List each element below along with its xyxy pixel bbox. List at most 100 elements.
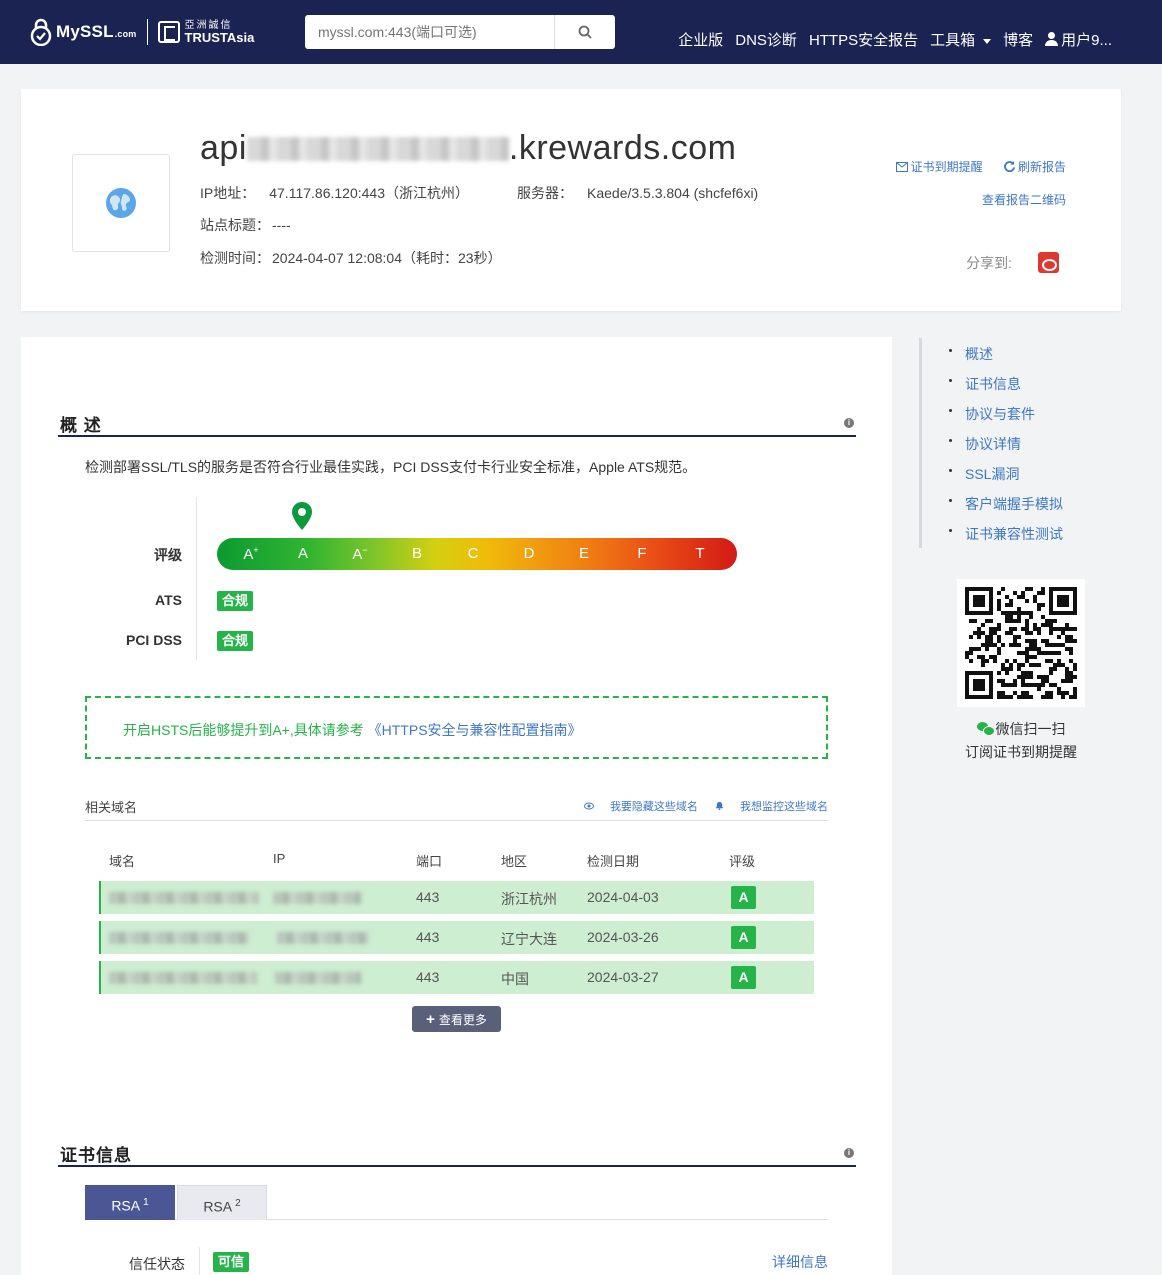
logo-text: MySSL.com: [56, 22, 137, 41]
main-nav: 企业版 DNS诊断 HTTPS安全报告 工具箱 博客 用户9...: [678, 29, 1112, 50]
subscribe-text: 订阅证书到期提醒: [965, 744, 1077, 760]
search-input[interactable]: [305, 15, 555, 49]
toc-bullet: [949, 499, 952, 502]
redacted-ip: [277, 932, 369, 944]
myssl-logo[interactable]: MySSL.com 亞洲誠信 TRUSTAsia: [30, 16, 254, 48]
table-row[interactable]: 443 浙江杭州 2024-04-03 A: [99, 881, 814, 914]
rating-panel: 评级 A+ A A− B C D E F T ATS 合规 PCI DSS 合规: [85, 497, 785, 662]
eye-icon: [583, 802, 594, 810]
wechat-scan-label: 微信扫一扫: [995, 721, 1066, 737]
toc-bullet: [949, 529, 952, 532]
nav-https-report[interactable]: HTTPS安全报告: [809, 29, 918, 50]
trust-status-badge: 可信: [213, 1252, 250, 1272]
row-region: 浙江杭州: [501, 891, 557, 907]
cert-detail-link[interactable]: 详细信息: [772, 1252, 828, 1272]
toc-item-ssl-vulns[interactable]: SSL漏洞: [965, 464, 1019, 484]
grade-a: A: [297, 545, 309, 562]
wechat-qr-code: [957, 579, 1085, 707]
tab-rsa-1[interactable]: RSA 1: [85, 1185, 175, 1220]
col-port: 端口: [416, 854, 443, 869]
header-actions: 证书到期提醒 刷新报告 查看报告二维码: [895, 158, 1066, 208]
check-time-info: 检测时间： 2024-04-07 12:08:04（耗时：23秒）: [200, 250, 502, 266]
toc-item-cert-compat[interactable]: 证书兼容性测试: [965, 524, 1063, 544]
toc-bullet: [949, 409, 952, 412]
col-grade: 评级: [729, 854, 756, 869]
toc-item-handshake-sim[interactable]: 客户端握手模拟: [965, 494, 1063, 514]
nav-blog[interactable]: 博客: [1003, 29, 1033, 50]
trustasia-icon: [157, 21, 180, 43]
share-section: 分享到:: [966, 252, 1059, 273]
overview-section-header: 概 述 i: [58, 407, 856, 437]
redacted-domain: [109, 932, 249, 944]
chevron-down-icon: [983, 38, 992, 44]
grade-t: T: [695, 545, 705, 562]
grade-scale-bar: A+ A A− B C D E F T: [217, 538, 737, 570]
config-guide-link[interactable]: 《HTTPS安全与兼容性配置指南》: [368, 722, 582, 738]
redacted-domain: [246, 137, 509, 161]
view-more-button[interactable]: + 查看更多: [412, 1006, 501, 1032]
hsts-text: 开启HSTS后能够提升到A+,具体请参考: [123, 722, 364, 738]
toc-item-overview[interactable]: 概述: [965, 344, 993, 364]
overview-description: 检测部署SSL/TLS的服务是否符合行业最佳实践，PCI DSS支付卡行业安全标…: [85, 459, 697, 475]
toc-item-protocol-details[interactable]: 协议详情: [965, 434, 1021, 454]
redacted-ip: [275, 972, 361, 984]
domain-title: api .krewards.com: [200, 129, 737, 167]
server-info: 服务器： Kaede/3.5.3.804 (shcfef6xi): [517, 185, 759, 201]
cert-section-header: 证书信息 i: [58, 1137, 856, 1167]
hide-domains-link[interactable]: 我要隐藏这些域名: [583, 801, 701, 813]
tab-rsa-2[interactable]: RSA 2: [177, 1185, 267, 1220]
refresh-report-link[interactable]: 刷新报告: [1004, 160, 1066, 174]
col-ip: IP: [273, 851, 286, 866]
pci-status-badge: 合规: [217, 631, 254, 651]
ats-status-badge: 合规: [217, 591, 254, 611]
qr-code-image: [965, 587, 1077, 699]
rating-divider: [196, 497, 197, 660]
redacted-ip: [273, 892, 361, 904]
table-row[interactable]: 443 辽宁大连 2024-03-26 A: [99, 921, 814, 954]
report-header-card: api .krewards.com IP地址： 47.117.86.120:443（…: [21, 89, 1121, 311]
row-region: 辽宁大连: [501, 931, 557, 947]
envelope-icon: [895, 162, 908, 172]
pci-label: PCI DSS: [125, 632, 182, 648]
lock-logo-icon: [30, 18, 52, 46]
ats-label: ATS: [155, 592, 182, 608]
related-domains-header: 相关域名 我要隐藏这些域名 我想监控这些域名: [85, 797, 828, 821]
search-button[interactable]: [555, 15, 615, 49]
table-row[interactable]: 443 中国 2024-03-27 A: [99, 961, 814, 994]
nav-toolbox[interactable]: 工具箱: [930, 29, 992, 50]
row-date: 2024-03-26: [587, 929, 659, 945]
info-icon[interactable]: i: [844, 418, 854, 428]
search-icon: [578, 25, 592, 39]
weibo-icon[interactable]: [1038, 252, 1059, 273]
plus-icon: +: [426, 1010, 435, 1028]
toc-item-protocols[interactable]: 协议与套件: [965, 404, 1035, 424]
grade-f: F: [637, 545, 647, 562]
main-report-card: 概 述 i 检测部署SSL/TLS的服务是否符合行业最佳实践，PCI DSS支付…: [21, 337, 892, 1275]
section-toc: 概述 证书信息 协议与套件 协议详情 SSL漏洞 客户端握手模拟 证书兼容性测试: [919, 338, 1119, 548]
col-date: 检测日期: [587, 854, 640, 869]
report-qr-link[interactable]: 查看报告二维码: [982, 193, 1066, 207]
nav-user-menu[interactable]: 用户9...: [1045, 29, 1112, 50]
grade-a-minus: A−: [352, 545, 368, 563]
row-grade-badge: A: [731, 886, 756, 909]
site-favicon: [72, 154, 170, 252]
row-date: 2024-04-03: [587, 889, 659, 905]
map-pin-icon: [292, 502, 312, 530]
cert-tabs: RSA 1 RSA 2: [85, 1185, 828, 1220]
info-icon[interactable]: i: [844, 1148, 854, 1158]
row-grade-badge: A: [731, 966, 756, 989]
related-domains-title: 相关域名: [85, 800, 138, 815]
grade-e: E: [578, 545, 590, 562]
row-port: 443: [416, 969, 440, 985]
ip-info: IP地址： 47.117.86.120:443（浙江杭州）: [200, 185, 469, 201]
search-bar: [305, 15, 615, 49]
top-navbar: MySSL.com 亞洲誠信 TRUSTAsia 企业版 DNS诊断 HTTPS…: [0, 0, 1162, 64]
qr-caption: 微信扫一扫 订阅证书到期提醒: [940, 718, 1102, 764]
nav-dns-diagnosis[interactable]: DNS诊断: [735, 29, 797, 50]
toc-item-cert-info[interactable]: 证书信息: [965, 374, 1021, 394]
redacted-domain: [109, 892, 259, 904]
monitor-domains-link[interactable]: 我想监控这些域名: [715, 801, 828, 813]
share-label: 分享到:: [966, 254, 1012, 271]
nav-enterprise[interactable]: 企业版: [678, 29, 723, 50]
expiry-remind-link[interactable]: 证书到期提醒: [895, 160, 986, 174]
